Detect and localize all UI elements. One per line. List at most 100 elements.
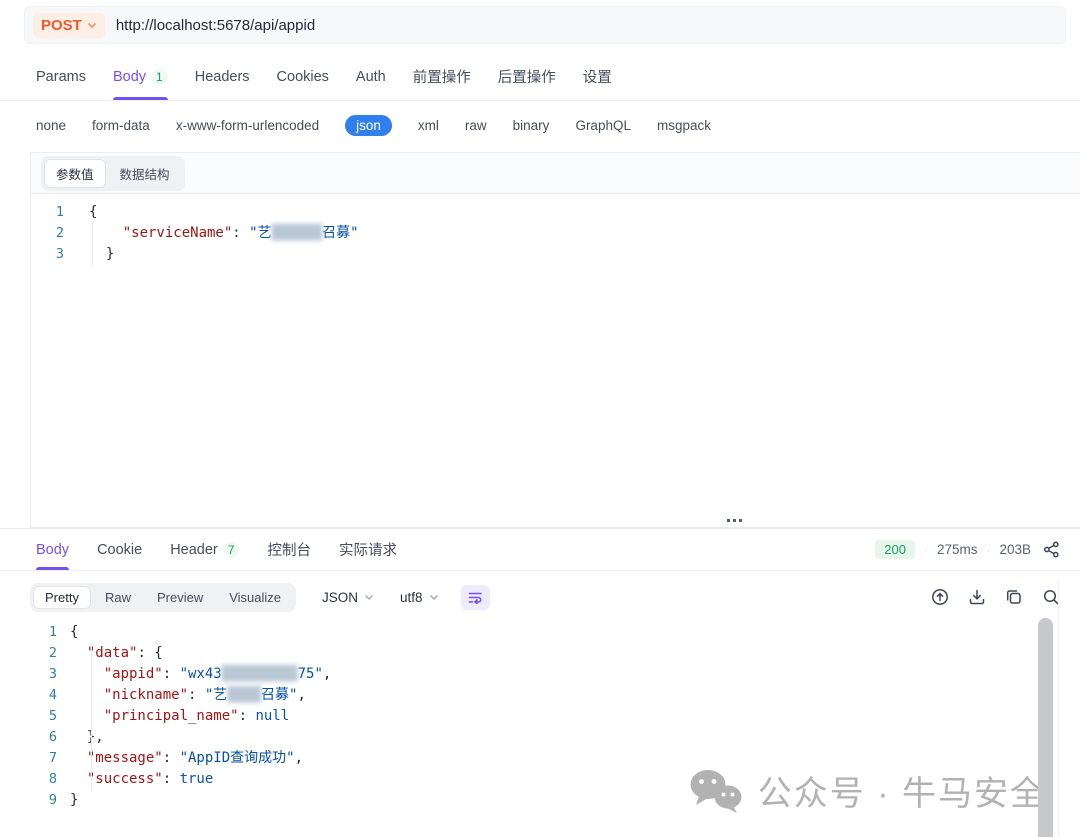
response-toolbar: PrettyRawPreviewVisualize JSON utf8: [30, 579, 1060, 615]
tab-label: 控制台: [267, 539, 311, 560]
code-line: 1{: [30, 622, 331, 643]
download-icon[interactable]: [968, 588, 986, 606]
response-tab-Body[interactable]: Body: [36, 529, 69, 570]
request-tab-Cookies[interactable]: Cookies: [277, 53, 329, 100]
code-token: [89, 225, 123, 241]
code-token: 75": [298, 666, 323, 682]
body-type-row: none form-data x-www-form-urlencoded json xm…: [0, 102, 1080, 148]
code-token: null: [255, 708, 289, 724]
code-token: true: [180, 771, 214, 787]
code-token: "principal_name": [104, 708, 239, 724]
encoding-label: utf8: [400, 590, 423, 605]
pane-resize-handle[interactable]: [727, 519, 742, 522]
request-tab-Params[interactable]: Params: [36, 53, 86, 100]
code-token: {: [70, 624, 78, 640]
encoding-dropdown[interactable]: utf8: [400, 590, 439, 605]
tab-label: Auth: [356, 69, 386, 85]
toggle-参数值[interactable]: 参数值: [44, 159, 106, 188]
tab-count-badge: 7: [223, 542, 240, 558]
code-content: "message": "AppID查询成功",: [70, 748, 303, 769]
code-content: }: [70, 790, 78, 811]
body-type-form-data[interactable]: form-data: [92, 118, 150, 133]
editor-toggle-group: 参数值数据结构: [41, 156, 185, 191]
tab-label: Params: [36, 69, 86, 85]
request-json-editor[interactable]: 1{2 "serviceName": "艺██████召募"3 }: [31, 194, 1080, 265]
request-tab-bar: Params Body1 Headers Cookies Auth 前置操作 后置操作 设置: [0, 53, 1080, 101]
code-token: }: [70, 792, 78, 808]
code-token: [70, 645, 87, 661]
request-url-bar: POST: [24, 6, 1066, 44]
active-tab-underline: [113, 97, 168, 100]
request-tab-Auth[interactable]: Auth: [356, 53, 386, 100]
request-tab-设置[interactable]: 设置: [583, 53, 612, 100]
body-type-x-www-form-urlencoded[interactable]: x-www-form-urlencoded: [176, 118, 319, 133]
code-token: "艺: [249, 225, 271, 241]
dot-separator: ·: [924, 543, 928, 557]
redacted-text: █████████: [222, 666, 298, 682]
vertical-scrollbar[interactable]: [1038, 618, 1053, 837]
code-line: 4 "nickname": "艺████召募",: [30, 685, 331, 706]
redacted-text: ████: [227, 687, 261, 703]
response-tab-Cookie[interactable]: Cookie: [97, 529, 142, 570]
response-tab-控制台[interactable]: 控制台: [267, 529, 311, 570]
status-code-badge: 200: [875, 540, 915, 559]
code-token: },: [70, 729, 104, 745]
url-input[interactable]: [116, 17, 1065, 34]
view-mode-Visualize[interactable]: Visualize: [217, 586, 293, 609]
word-wrap-icon: [468, 591, 483, 604]
tab-label: Cookies: [277, 69, 329, 85]
code-token: "message": [87, 750, 163, 766]
toggle-数据结构[interactable]: 数据结构: [108, 159, 182, 188]
body-type-none[interactable]: none: [36, 118, 66, 133]
tab-label: 前置操作: [413, 66, 471, 87]
code-token: "AppID查询成功": [180, 750, 295, 766]
request-tab-Headers[interactable]: Headers: [195, 53, 250, 100]
tab-label: 设置: [583, 66, 612, 87]
code-content: "principal_name": null: [70, 706, 289, 727]
share-icon[interactable]: [1043, 541, 1060, 558]
code-token: "艺: [205, 687, 227, 703]
code-content: "nickname": "艺████召募",: [70, 685, 306, 706]
body-type-json[interactable]: json: [345, 115, 392, 136]
view-mode-Pretty[interactable]: Pretty: [33, 586, 91, 609]
view-mode-Preview[interactable]: Preview: [145, 586, 215, 609]
request-tab-后置操作[interactable]: 后置操作: [498, 53, 556, 100]
code-line: 9}: [30, 790, 331, 811]
line-number: 9: [30, 790, 70, 811]
body-type-GraphQL[interactable]: GraphQL: [575, 118, 631, 133]
response-json-viewer[interactable]: 1{2 "data": {3 "appid": "wx43█████████75…: [30, 622, 331, 811]
code-token: "nickname": [104, 687, 188, 703]
format-dropdown[interactable]: JSON: [322, 590, 374, 605]
copy-icon[interactable]: [1005, 588, 1023, 606]
indent-guide: [91, 643, 92, 790]
response-tab-bar: Body Cookie Header7 控制台 实际请求: [36, 529, 397, 570]
view-mode-Raw[interactable]: Raw: [93, 586, 143, 609]
body-type-raw[interactable]: raw: [465, 118, 487, 133]
wechat-icon: [687, 768, 743, 814]
method-dropdown[interactable]: POST: [33, 13, 105, 38]
body-type-binary[interactable]: binary: [513, 118, 550, 133]
code-token: ,: [297, 687, 305, 703]
dot-separator: ·: [986, 543, 990, 557]
code-token: ,: [323, 666, 331, 682]
body-type-xml[interactable]: xml: [418, 118, 439, 133]
watermark-text: 公众号 · 牛马安全: [758, 766, 1046, 815]
body-type-msgpack[interactable]: msgpack: [657, 118, 711, 133]
code-token: :: [188, 687, 205, 703]
request-tab-Body[interactable]: Body1: [113, 53, 168, 100]
indent-guide: [92, 223, 93, 265]
word-wrap-button[interactable]: [461, 585, 490, 610]
response-status-group: 200 · 275ms · 203B: [875, 540, 1060, 559]
response-tab-Header[interactable]: Header7: [170, 529, 239, 570]
export-icon[interactable]: [931, 588, 949, 606]
response-tab-实际请求[interactable]: 实际请求: [339, 529, 397, 570]
tab-label: Headers: [195, 69, 250, 85]
code-token: [70, 750, 87, 766]
request-tab-前置操作[interactable]: 前置操作: [413, 53, 471, 100]
line-number: 6: [30, 727, 70, 748]
line-number: 2: [30, 643, 70, 664]
code-line: 5 "principal_name": null: [30, 706, 331, 727]
chevron-down-icon: [364, 594, 374, 601]
tab-label: Cookie: [97, 542, 142, 558]
code-token: :: [163, 666, 180, 682]
